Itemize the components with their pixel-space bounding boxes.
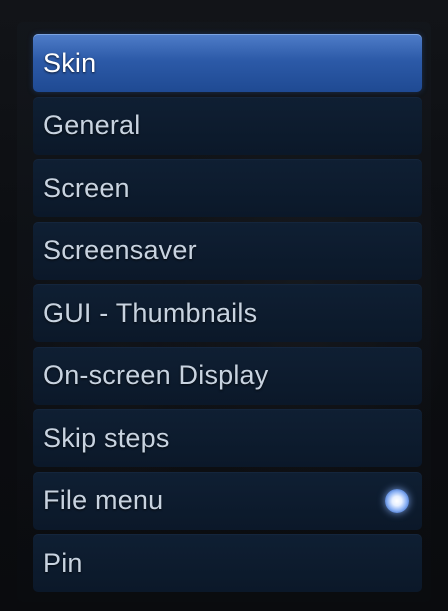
menu-item-file-menu[interactable]: File menu [33, 471, 422, 530]
menu-item-general[interactable]: General [33, 96, 422, 155]
menu-item-label: Screen [43, 172, 130, 203]
menu-item-skin[interactable]: Skin [33, 34, 422, 92]
menu-item-label: Skin [43, 47, 97, 78]
menu-item-label: Skip steps [43, 422, 170, 453]
menu-item-label: Pin [43, 547, 83, 578]
settings-menu: Skin General Screen Screensaver GUI - Th… [33, 34, 422, 597]
menu-item-on-screen-display[interactable]: On-screen Display [33, 346, 422, 405]
menu-item-label: On-screen Display [43, 360, 269, 390]
menu-item-label: GUI - Thumbnails [43, 297, 258, 328]
settings-screen: Skin General Screen Screensaver GUI - Th… [0, 0, 448, 611]
radio-on-icon [385, 488, 409, 513]
menu-item-gui-thumbnails[interactable]: GUI - Thumbnails [33, 284, 422, 342]
menu-item-screen[interactable]: Screen [33, 159, 422, 217]
menu-item-label: General [43, 110, 141, 140]
menu-item-label: Screensaver [43, 235, 197, 265]
menu-item-skip-steps[interactable]: Skip steps [33, 409, 422, 467]
menu-item-label: File menu [43, 485, 164, 515]
menu-item-screensaver[interactable]: Screensaver [33, 221, 422, 280]
menu-item-pin[interactable]: Pin [33, 534, 422, 592]
